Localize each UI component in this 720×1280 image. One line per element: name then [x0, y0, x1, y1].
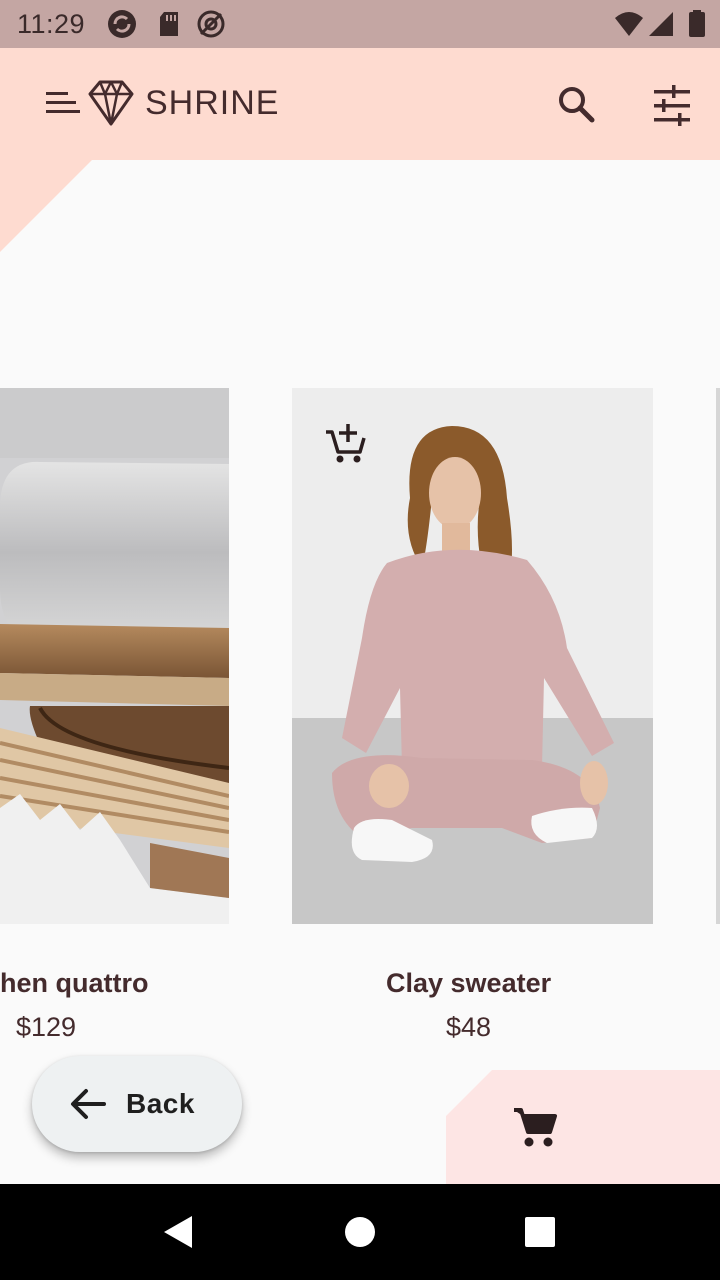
product-image[interactable]: [0, 388, 229, 924]
sd-card-icon: [160, 12, 178, 36]
tune-icon[interactable]: [648, 82, 696, 130]
backdrop-corner: [0, 160, 92, 252]
at-sign-icon: [197, 10, 225, 38]
wifi-icon: [615, 12, 643, 36]
nav-back-icon[interactable]: [150, 1204, 206, 1260]
product-image-edge: [716, 388, 720, 924]
back-button[interactable]: Back: [32, 1056, 242, 1152]
signal-icon: [649, 12, 673, 36]
system-nav-bar: [0, 1184, 720, 1280]
cart-panel[interactable]: [446, 1070, 720, 1184]
nav-home-icon[interactable]: [332, 1204, 388, 1260]
arrow-back-icon: [71, 1089, 106, 1119]
product-price: $129: [16, 1012, 77, 1042]
status-bar: 11:29: [0, 0, 720, 48]
nav-recents-icon[interactable]: [512, 1204, 568, 1260]
app-bar: SHRINE: [0, 48, 720, 160]
sync-icon: [108, 10, 136, 38]
product-name: Clay sweater: [386, 968, 552, 998]
product-price: $48: [446, 1012, 492, 1042]
product-name: hen quattro: [0, 968, 149, 998]
product-image[interactable]: [292, 388, 653, 924]
status-time: 11:29: [17, 8, 86, 39]
app-title: SHRINE: [145, 84, 280, 122]
menu-icon[interactable]: [44, 88, 82, 120]
product-photo-towel: [0, 388, 229, 924]
back-button-label: Back: [126, 1088, 195, 1119]
shopping-cart-icon[interactable]: [512, 1104, 558, 1150]
search-icon[interactable]: [552, 80, 600, 128]
battery-icon: [689, 10, 705, 37]
product-photo-sweater: [292, 388, 653, 924]
add-to-cart-icon[interactable]: [324, 422, 368, 466]
shrine-logo-icon: [88, 80, 134, 126]
